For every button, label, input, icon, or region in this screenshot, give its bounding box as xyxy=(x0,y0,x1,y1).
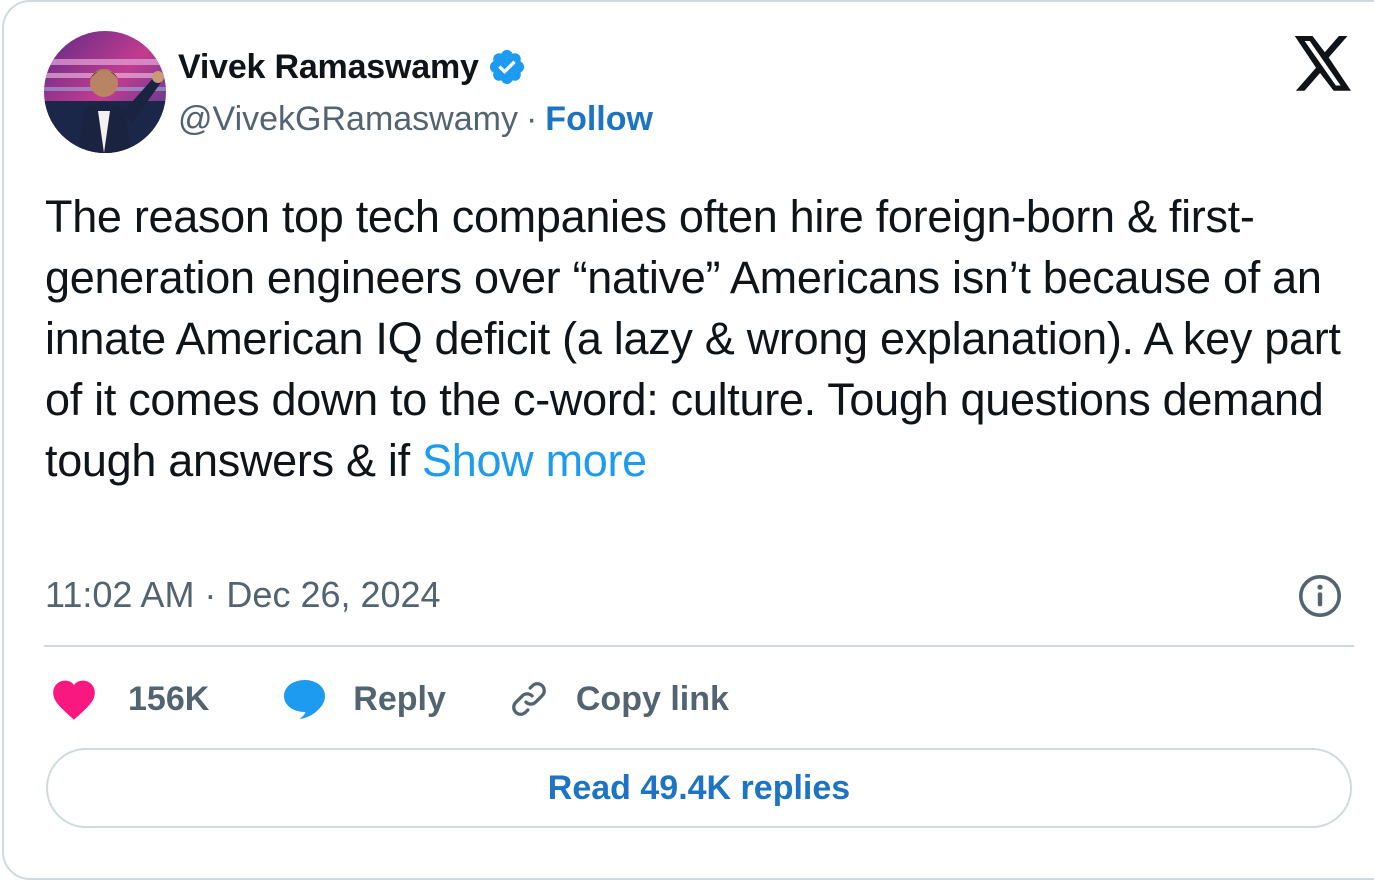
separator-dot: · xyxy=(525,99,538,138)
read-replies-button[interactable]: Read 49.4K replies xyxy=(46,748,1352,828)
divider xyxy=(44,645,1354,647)
avatar[interactable] xyxy=(44,31,166,153)
read-replies-label: Read 49.4K replies xyxy=(547,768,851,807)
verified-badge-icon xyxy=(487,47,527,87)
like-button[interactable]: 156K xyxy=(50,677,281,721)
author-name[interactable]: Vivek Ramaswamy xyxy=(178,48,479,87)
link-icon xyxy=(506,676,552,722)
action-bar: 156K Reply Copy link xyxy=(50,672,729,726)
reply-label: Reply xyxy=(353,679,446,718)
heart-icon xyxy=(50,677,98,721)
copy-link-label: Copy link xyxy=(575,679,729,718)
show-more-link[interactable]: Show more xyxy=(422,435,647,486)
timestamp-row: 11:02 AM · Dec 26, 2024 xyxy=(45,572,441,618)
reply-bubble-icon xyxy=(281,677,329,721)
x-logo-icon[interactable] xyxy=(1292,36,1354,92)
tweet-text: The reason top tech companies often hire… xyxy=(45,186,1355,491)
timestamp[interactable]: 11:02 AM · Dec 26, 2024 xyxy=(45,574,441,616)
follow-button[interactable]: Follow xyxy=(545,100,653,139)
copy-link-button[interactable]: Copy link xyxy=(506,676,729,722)
info-icon[interactable] xyxy=(1296,572,1344,620)
author-name-row[interactable]: Vivek Ramaswamy xyxy=(178,44,527,90)
reply-button[interactable]: Reply xyxy=(281,677,506,721)
like-count: 156K xyxy=(128,679,210,718)
author-handle[interactable]: @VivekGRamaswamy xyxy=(178,100,518,139)
handle-row: @VivekGRamaswamy · Follow xyxy=(178,96,653,142)
tweet-body: The reason top tech companies often hire… xyxy=(45,191,1341,486)
